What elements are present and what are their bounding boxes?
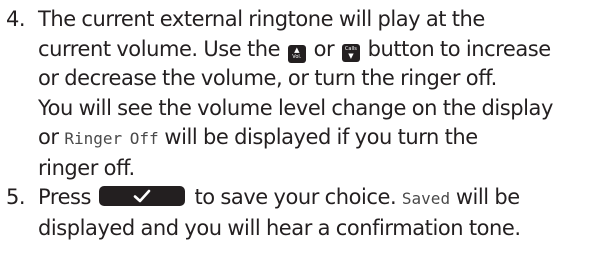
step-line: displayed and you will hear a confirmati… bbox=[38, 215, 521, 240]
instruction-page: 4. The current external ringtone will pl… bbox=[0, 5, 589, 243]
volume-up-key-icon: ▲ Vol. bbox=[287, 44, 306, 63]
step-text: to save your choice. bbox=[194, 185, 397, 209]
checkmark-softkey-icon bbox=[98, 186, 185, 206]
step-text: current volume. Use the bbox=[38, 36, 281, 61]
step-4: 4. The current external ringtone will pl… bbox=[0, 5, 589, 183]
step-text: Press bbox=[38, 185, 92, 209]
step-text: or bbox=[38, 125, 59, 149]
step-line: You will see the volume level change on … bbox=[38, 95, 553, 120]
volume-down-key-label: Calls bbox=[344, 45, 357, 52]
step-text: or bbox=[313, 36, 335, 61]
volume-up-key-label: Vol. bbox=[292, 53, 302, 60]
step-number: 4. bbox=[6, 7, 26, 31]
step-line: or Ringer Off will be displayed if you t… bbox=[38, 123, 589, 154]
step-line: Press to save your choice. Saved will be bbox=[38, 183, 589, 214]
step-line: ringer off. bbox=[38, 155, 135, 180]
lcd-message-ringer-off: Ringer Off bbox=[64, 129, 159, 148]
step-line: The current external ringtone will play … bbox=[38, 7, 485, 31]
step-5: 5. Press to save your choice. Saved will… bbox=[0, 183, 589, 243]
step-number: 5. bbox=[6, 185, 26, 209]
step-line: or decrease the volume, or turn the ring… bbox=[38, 66, 497, 90]
checkmark-icon bbox=[133, 189, 151, 203]
lcd-message-saved: Saved bbox=[401, 189, 451, 208]
step-text: will be bbox=[455, 185, 520, 209]
step-text: button to increase bbox=[367, 36, 552, 61]
step-line: current volume. Use the ▲ Vol. or Calls … bbox=[38, 35, 589, 65]
volume-down-key-icon: Calls ▼ bbox=[341, 43, 360, 62]
step-text: will be displayed if you turn the bbox=[164, 125, 478, 149]
